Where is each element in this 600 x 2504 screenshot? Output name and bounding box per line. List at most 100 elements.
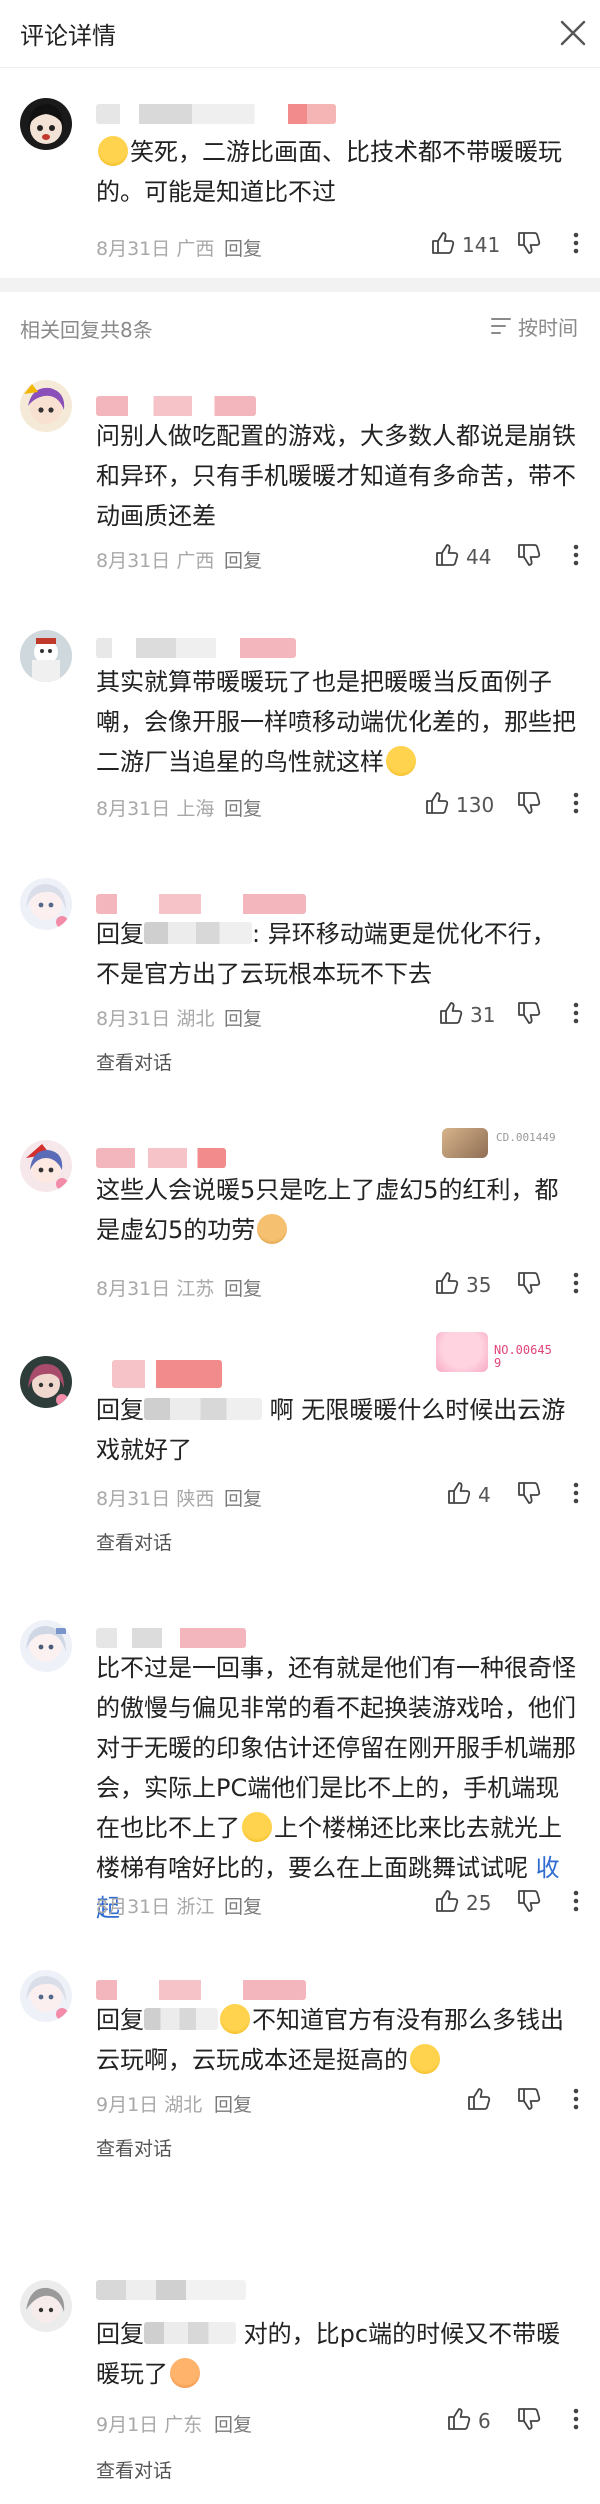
reply-item: 问别人做吃配置的游戏，大多数人都说是崩铁和异环，只有手机暖暖才知道有多命苦，带不… bbox=[0, 370, 600, 600]
reply-button[interactable]: 回复 bbox=[214, 2410, 252, 2437]
view-conversation-link[interactable]: 查看对话 bbox=[96, 2134, 172, 2161]
fan-badge-number: CD.001449 bbox=[496, 1131, 556, 1144]
close-icon[interactable] bbox=[558, 18, 588, 48]
comment-location: 湖北 bbox=[164, 2094, 203, 2116]
reply-button[interactable]: 回复 bbox=[224, 1274, 262, 1301]
comment-meta: 8月31日 上海 bbox=[96, 794, 214, 821]
more-icon[interactable] bbox=[572, 231, 580, 255]
dislike-icon[interactable] bbox=[516, 1270, 542, 1296]
username-redacted[interactable] bbox=[96, 894, 306, 914]
like-icon[interactable] bbox=[434, 542, 460, 568]
mention-redacted[interactable] bbox=[144, 2008, 218, 2030]
dislike-icon[interactable] bbox=[516, 1888, 542, 1914]
like-icon[interactable] bbox=[434, 1270, 460, 1296]
username-redacted[interactable] bbox=[96, 638, 296, 658]
username-redacted[interactable] bbox=[96, 1148, 226, 1168]
avatar[interactable] bbox=[20, 1356, 72, 1408]
reply-button[interactable]: 回复 bbox=[224, 1892, 262, 1919]
comment-meta: 8月31日 广西 bbox=[96, 546, 214, 573]
dislike-icon[interactable] bbox=[516, 230, 542, 256]
like-icon[interactable] bbox=[446, 2406, 472, 2432]
dislike-icon[interactable] bbox=[516, 790, 542, 816]
comment-content: 回复 对的，比pc端的时候又不带暖暖玩了 bbox=[96, 2314, 576, 2394]
view-conversation-link[interactable]: 查看对话 bbox=[96, 1528, 172, 1555]
reply-button[interactable]: 回复 bbox=[224, 1484, 262, 1511]
username-redacted[interactable] bbox=[96, 396, 256, 416]
more-icon[interactable] bbox=[572, 2407, 580, 2431]
comment-location: 广西 bbox=[176, 238, 215, 260]
comment-date: 8月31日 bbox=[96, 1488, 171, 1510]
like-icon[interactable] bbox=[430, 230, 456, 256]
avatar[interactable] bbox=[20, 2280, 72, 2332]
comment-content: 回复 不知道官方有没有那么多钱出云玩啊，云玩成本还是挺高的 bbox=[96, 2000, 576, 2080]
more-icon[interactable] bbox=[572, 1271, 580, 1295]
comment-location: 湖北 bbox=[176, 1008, 215, 1030]
avatar-image bbox=[28, 1364, 68, 1406]
reply-item: 比不过是一回事，还有就是他们有一种很奇怪的傲慢与偏见非常的看不起换装游戏哈，他们… bbox=[0, 1600, 600, 1940]
mention-redacted[interactable] bbox=[144, 2322, 236, 2344]
mention-redacted[interactable] bbox=[144, 922, 252, 944]
main-comment: 笑死，二游比画面、比技术都不带暖暖玩的。可能是知道比不过 8月31日 广西 回复… bbox=[0, 68, 600, 278]
avatar[interactable] bbox=[20, 1140, 72, 1192]
mention-redacted[interactable] bbox=[144, 1398, 262, 1420]
avatar[interactable] bbox=[20, 878, 72, 930]
view-conversation-link[interactable]: 查看对话 bbox=[96, 1048, 172, 1075]
like-icon[interactable] bbox=[466, 2086, 492, 2112]
dislike-icon[interactable] bbox=[516, 1000, 542, 1026]
comment-location: 广西 bbox=[176, 550, 215, 572]
avatar[interactable] bbox=[20, 1970, 72, 2022]
username-redacted[interactable] bbox=[96, 104, 336, 124]
comment-location: 江苏 bbox=[176, 1278, 215, 1300]
reply-prefix: 回复 bbox=[96, 920, 144, 948]
like-icon[interactable] bbox=[438, 1000, 464, 1026]
avatar[interactable] bbox=[20, 380, 72, 432]
fan-badge-image bbox=[442, 1128, 488, 1158]
username-redacted[interactable] bbox=[96, 1628, 246, 1648]
comment-date: 9月1日 bbox=[96, 2094, 159, 2116]
avatar[interactable] bbox=[20, 98, 72, 150]
comment-meta: 8月31日 江苏 bbox=[96, 1274, 214, 1301]
comment-text: 其实就算带暖暖玩了也是把暖暖当反面例子嘲，会像开服一样喷移动端优化差的，那些把二… bbox=[96, 668, 576, 776]
more-icon[interactable] bbox=[572, 1889, 580, 1913]
comment-date: 9月1日 bbox=[96, 2414, 159, 2436]
dislike-icon[interactable] bbox=[516, 2406, 542, 2432]
comment-text: 笑死，二游比画面、比技术都不带暖暖玩的。可能是知道比不过 bbox=[96, 138, 562, 206]
reply-button[interactable]: 回复 bbox=[214, 2090, 252, 2117]
like-icon[interactable] bbox=[446, 1480, 472, 1506]
comment-text: 这些人会说暖5只是吃上了虚幻5的红利，都是虚幻5的功劳 bbox=[96, 1176, 559, 1244]
comment-date: 8月31日 bbox=[96, 798, 171, 820]
view-conversation-link[interactable]: 查看对话 bbox=[96, 2456, 172, 2483]
more-icon[interactable] bbox=[572, 1481, 580, 1505]
username-redacted[interactable] bbox=[96, 1980, 306, 2000]
avatar[interactable] bbox=[20, 630, 72, 682]
more-icon[interactable] bbox=[572, 2087, 580, 2111]
username-redacted[interactable] bbox=[96, 2280, 246, 2300]
doge-emoji-icon bbox=[257, 1214, 288, 1244]
more-icon[interactable] bbox=[572, 543, 580, 567]
reply-button[interactable]: 回复 bbox=[224, 1004, 262, 1031]
reply-button[interactable]: 回复 bbox=[224, 546, 262, 573]
section-divider bbox=[0, 278, 600, 292]
reply-button[interactable]: 回复 bbox=[224, 234, 262, 261]
comment-meta: 8月31日 浙江 bbox=[96, 1892, 214, 1919]
dislike-icon[interactable] bbox=[516, 542, 542, 568]
like-icon[interactable] bbox=[424, 790, 450, 816]
comment-meta: 8月31日 广西 bbox=[96, 234, 214, 261]
dislike-icon[interactable] bbox=[516, 1480, 542, 1506]
comment-date: 8月31日 bbox=[96, 1008, 171, 1030]
comment-location: 上海 bbox=[176, 798, 215, 820]
avatar-image bbox=[26, 884, 68, 928]
dislike-icon[interactable] bbox=[516, 2086, 542, 2112]
avatar[interactable] bbox=[20, 1620, 72, 1672]
more-icon[interactable] bbox=[572, 791, 580, 815]
comment-content: 这些人会说暖5只是吃上了虚幻5的红利，都是虚幻5的功劳 bbox=[96, 1170, 576, 1250]
reply-prefix: 回复 bbox=[96, 1396, 144, 1424]
header-bar: 评论详情 bbox=[0, 0, 600, 68]
reply-button[interactable]: 回复 bbox=[224, 794, 262, 821]
username-redacted[interactable] bbox=[112, 1360, 222, 1388]
replies-count-title: 相关回复共8条 bbox=[20, 318, 153, 342]
like-icon[interactable] bbox=[434, 1888, 460, 1914]
sort-label: 按时间 bbox=[518, 316, 578, 340]
more-icon[interactable] bbox=[572, 1001, 580, 1025]
avatar-image bbox=[24, 384, 65, 424]
